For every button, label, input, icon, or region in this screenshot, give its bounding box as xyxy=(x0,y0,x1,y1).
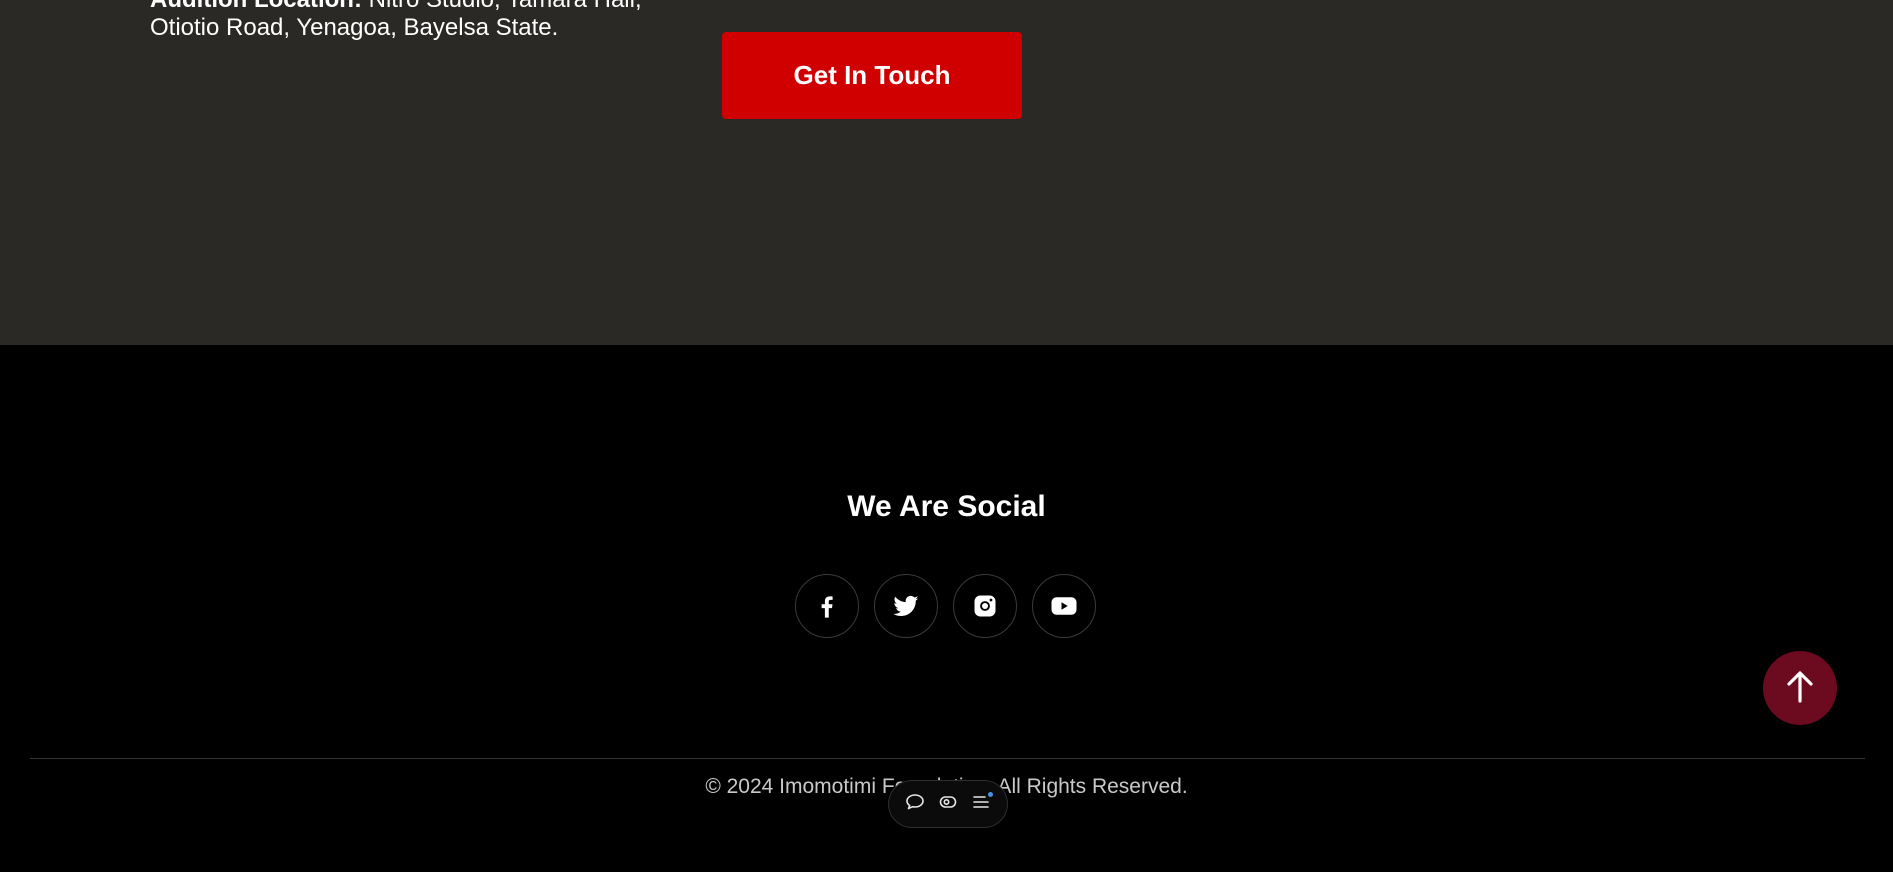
back-to-top-button[interactable] xyxy=(1763,651,1837,725)
menu-button[interactable] xyxy=(968,791,994,817)
get-in-touch-button[interactable]: Get In Touch xyxy=(722,32,1022,119)
eye-icon xyxy=(938,792,958,817)
instagram-icon xyxy=(971,592,999,620)
footer-divider xyxy=(30,758,1865,759)
social-heading: We Are Social xyxy=(847,490,1046,523)
twitter-icon xyxy=(891,591,921,621)
notification-dot xyxy=(987,792,993,797)
facebook-icon xyxy=(813,592,841,620)
twitter-link[interactable] xyxy=(874,574,938,638)
audition-location: Audition Location: Nitro Studio, Tamara … xyxy=(150,0,670,42)
facebook-link[interactable] xyxy=(795,574,859,638)
arrow-up-icon xyxy=(1785,669,1815,708)
instagram-link[interactable] xyxy=(953,574,1017,638)
floating-toolbar xyxy=(888,780,1008,828)
view-toggle-button[interactable] xyxy=(935,791,961,817)
comment-button[interactable] xyxy=(902,791,928,817)
youtube-link[interactable] xyxy=(1032,574,1096,638)
comment-icon xyxy=(905,792,925,817)
audition-section: Audition Location: Nitro Studio, Tamara … xyxy=(0,0,1893,345)
audition-location-label: Audition Location: xyxy=(150,0,362,13)
youtube-icon xyxy=(1049,591,1079,621)
social-links xyxy=(795,574,1096,638)
